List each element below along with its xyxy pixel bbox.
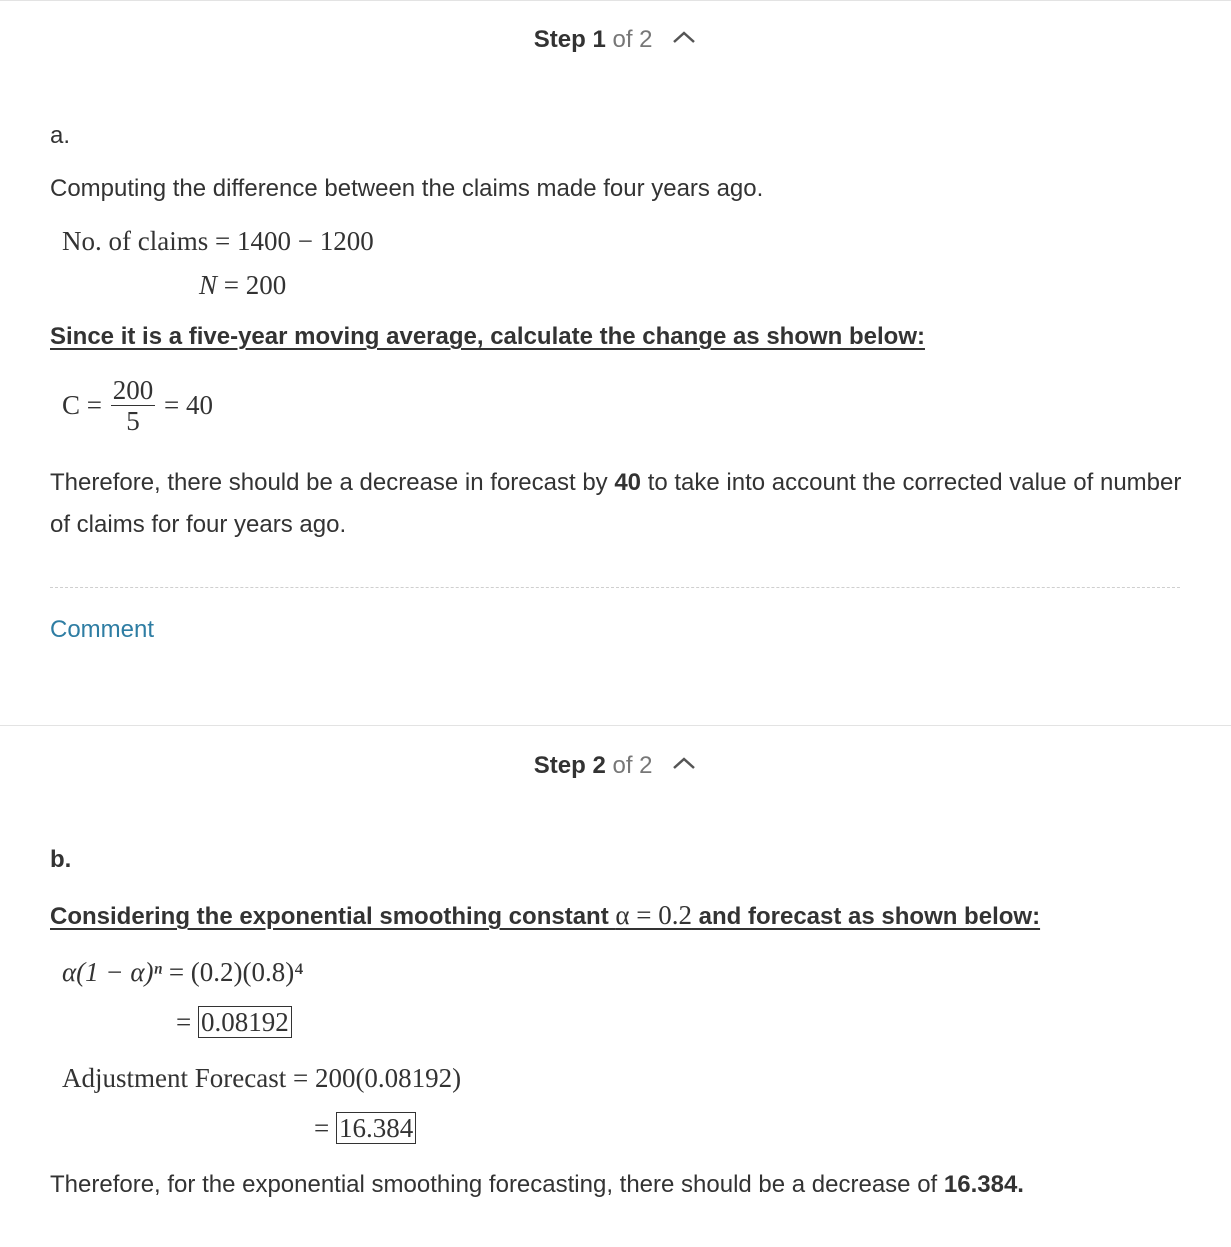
alpha-equation: α(1 − α)ⁿ = (0.2)(0.8)⁴ bbox=[62, 957, 304, 987]
step-1-header[interactable]: Step 1 of 2 bbox=[0, 26, 1231, 55]
step-number: 1 bbox=[592, 26, 606, 53]
step-1-intro: Computing the difference between the cla… bbox=[50, 175, 764, 202]
step-1-conclusion: Therefore, there should be a decrease in… bbox=[50, 469, 1182, 538]
chevron-up-icon[interactable] bbox=[671, 750, 697, 778]
step-of-total: of 2 bbox=[612, 26, 653, 53]
comment-link[interactable]: Comment bbox=[50, 616, 154, 644]
boxed-answer: 0.08192 bbox=[197, 1006, 292, 1038]
step-number: 2 bbox=[592, 752, 606, 779]
adjustment-result: = 16.384 bbox=[314, 1112, 417, 1144]
top-divider bbox=[0, 0, 1231, 1]
step-1-separator bbox=[50, 587, 1180, 588]
adjustment-equation: Adjustment Forecast = 200(0.08192) bbox=[62, 1063, 462, 1093]
part-a-label: a. bbox=[50, 122, 71, 149]
claims-equation: No. of claims = 1400 − 1200 bbox=[62, 226, 374, 256]
step-label: Step bbox=[533, 26, 586, 53]
n-equation: N = 200 bbox=[199, 270, 287, 300]
step-1-heading: Since it is a five-year moving average, … bbox=[50, 323, 925, 350]
change-fraction-equation: C = 200 5 = 40 bbox=[62, 375, 213, 436]
fraction: 200 5 bbox=[110, 375, 156, 436]
alpha-result: = 0.08192 bbox=[176, 1006, 292, 1038]
step-2-header[interactable]: Step 2 of 2 bbox=[0, 752, 1231, 781]
step-of-total: of 2 bbox=[612, 752, 653, 779]
step-2-heading: Considering the exponential smoothing co… bbox=[50, 900, 1041, 930]
part-b-label: b. bbox=[50, 846, 72, 873]
step-label: Step bbox=[533, 752, 586, 779]
step-2-conclusion: Therefore, for the exponential smoothing… bbox=[50, 1171, 1024, 1198]
step-divider bbox=[0, 725, 1231, 726]
chevron-up-icon[interactable] bbox=[671, 24, 697, 52]
boxed-answer: 16.384 bbox=[335, 1112, 417, 1144]
